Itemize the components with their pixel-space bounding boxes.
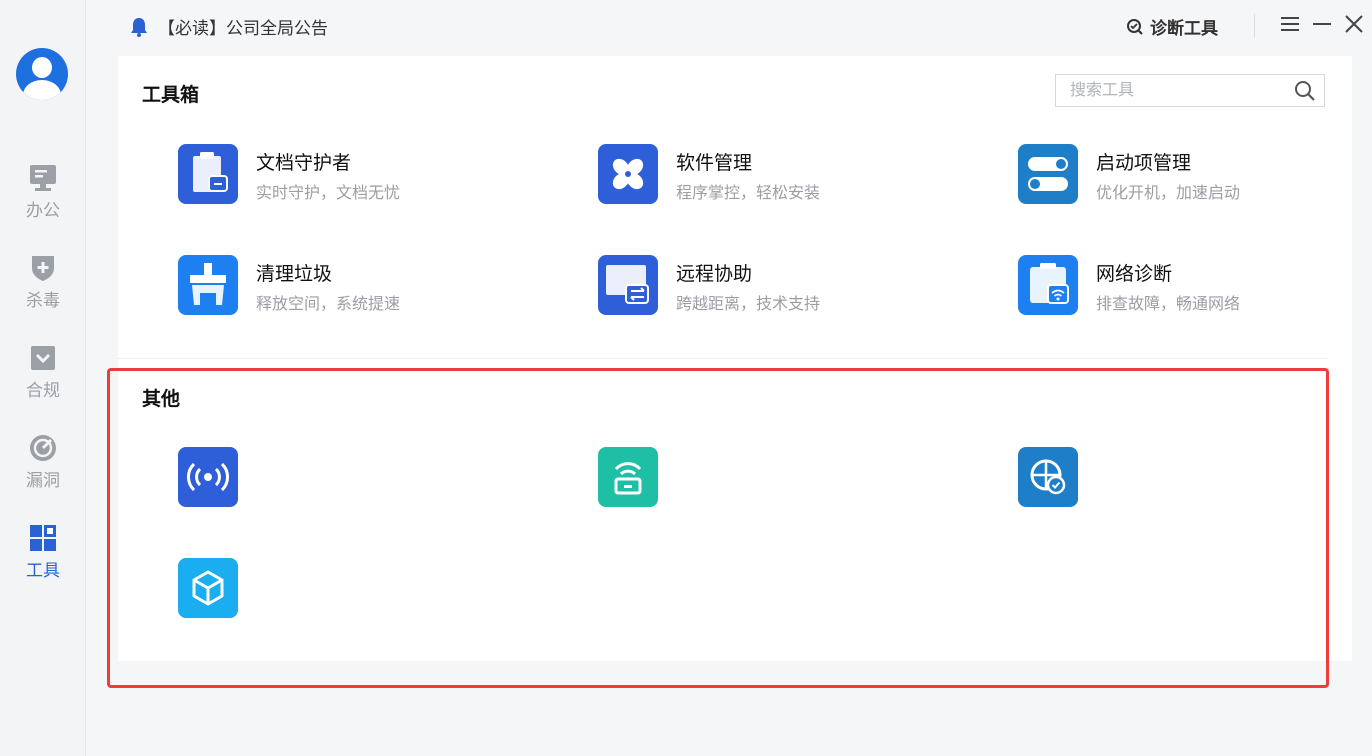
tool-name: 文档守护者	[256, 152, 352, 174]
sidebar-item-office[interactable]: 办公	[0, 163, 86, 233]
tool-name: 网络诊断	[1096, 263, 1173, 285]
tool-description: 释放空间，系统提速	[256, 294, 401, 313]
diagnose-icon	[1127, 18, 1143, 35]
tool-name: 远程协助	[676, 263, 753, 285]
tool-description: 程序掌控，轻松安装	[676, 183, 821, 202]
topbar: 【必读】公司全局公告 诊断工具	[86, 0, 1372, 52]
tool-remote-assist[interactable]: 远程协助 跨越距离，技术支持	[598, 255, 978, 317]
tool-description: 实时守护，文档无忧	[256, 183, 401, 202]
menu-icon[interactable]	[1278, 12, 1302, 36]
tool-name: 清理垃圾	[256, 263, 333, 285]
section-divider	[118, 358, 1328, 359]
sidebar-item-compliance[interactable]: 合规	[0, 343, 86, 413]
broadcast-icon	[178, 447, 238, 507]
search-input[interactable]	[1056, 75, 1286, 106]
diagnose-label: 诊断工具	[1150, 19, 1218, 39]
tool-cleanup[interactable]: 清理垃圾 释放空间，系统提速	[178, 255, 558, 317]
announcement-text: 【必读】公司全局公告	[158, 19, 328, 39]
radar-icon	[28, 433, 58, 463]
sidebar-item-label: 工具	[26, 561, 60, 581]
tool-name: 启动项管理	[1096, 152, 1192, 174]
toolbox-title: 工具箱	[142, 84, 200, 106]
tool-startup-manage[interactable]: 启动项管理 优化开机，加速启动	[1018, 144, 1372, 206]
tool-other-2[interactable]	[598, 447, 978, 509]
tool-other-3[interactable]	[1018, 447, 1372, 509]
shield-plus-icon	[28, 253, 58, 283]
toolbar-divider	[1254, 14, 1255, 38]
main-panel: 工具箱 文档守护者 实时守护，文档无忧 软件管理 程序掌控，轻松安装 启动项管理…	[118, 56, 1352, 661]
tool-description: 排查故障，畅通网络	[1096, 294, 1241, 313]
others-title: 其他	[142, 388, 181, 410]
close-icon[interactable]	[1342, 12, 1366, 36]
sidebar-item-label: 杀毒	[26, 291, 60, 311]
monitor-icon	[28, 163, 58, 193]
network-diagnose-icon	[1018, 255, 1078, 315]
sidebar-item-label: 办公	[26, 201, 60, 221]
sidebar-item-vulnerability[interactable]: 漏洞	[0, 433, 86, 503]
search-icon[interactable]	[1294, 80, 1316, 106]
globe-check-icon	[1018, 447, 1078, 507]
tool-other-1[interactable]	[178, 447, 558, 509]
tool-other-4[interactable]	[178, 558, 558, 620]
grid-icon	[28, 523, 58, 553]
minimize-icon[interactable]	[1310, 12, 1334, 36]
bell-icon	[130, 17, 148, 37]
sidebar-item-label: 合规	[26, 381, 60, 401]
router-icon	[598, 447, 658, 507]
sidebar-item-label: 漏洞	[26, 471, 60, 491]
announcement[interactable]: 【必读】公司全局公告	[130, 14, 328, 39]
tool-description: 优化开机，加速启动	[1096, 183, 1241, 202]
sidebar: 办公 杀毒 合规 漏洞 工具	[0, 0, 86, 756]
sidebar-item-antivirus[interactable]: 杀毒	[0, 253, 86, 323]
cube-icon	[178, 558, 238, 618]
user-avatar[interactable]	[16, 48, 68, 100]
tool-software-manage[interactable]: 软件管理 程序掌控，轻松安装	[598, 144, 978, 206]
tool-document-guard[interactable]: 文档守护者 实时守护，文档无忧	[178, 144, 558, 206]
checkbox-icon	[28, 343, 58, 373]
diagnose-tool-button[interactable]: 诊断工具	[1126, 14, 1218, 39]
cleanup-icon	[178, 255, 238, 315]
search-box[interactable]	[1055, 74, 1325, 107]
startup-toggle-icon	[1018, 144, 1078, 204]
document-guard-icon	[178, 144, 238, 204]
software-manage-icon	[598, 144, 658, 204]
tool-description: 跨越距离，技术支持	[676, 294, 821, 313]
remote-assist-icon	[598, 255, 658, 315]
sidebar-item-tools[interactable]: 工具	[0, 523, 86, 593]
tool-network-diagnose[interactable]: 网络诊断 排查故障，畅通网络	[1018, 255, 1372, 317]
tool-name: 软件管理	[676, 152, 753, 174]
